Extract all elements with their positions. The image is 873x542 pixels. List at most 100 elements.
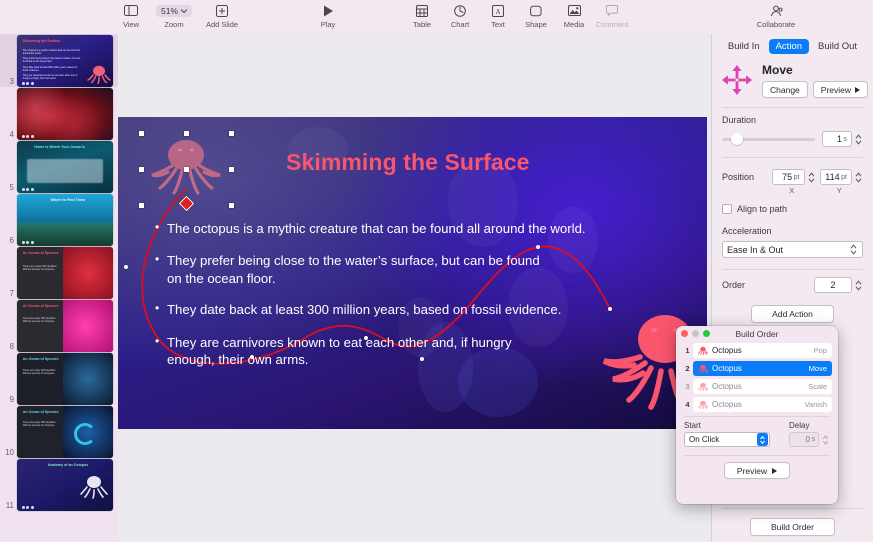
acceleration-select[interactable]: Ease In & Out — [722, 241, 863, 258]
collaborate-icon — [769, 3, 783, 18]
duration-slider-knob[interactable] — [731, 133, 743, 145]
motion-path-point[interactable] — [124, 265, 128, 269]
text-icon: A — [492, 3, 504, 18]
build-order-row[interactable]: 4 Octopus Vanish — [682, 397, 832, 412]
preview-animation-button[interactable]: Preview — [813, 81, 868, 98]
delay-label: Delay — [789, 421, 830, 430]
order-section: Order 2 — [712, 270, 873, 293]
slide-navigator[interactable]: 3 Skimming the Surface The octopus is a … — [0, 34, 118, 542]
divider — [684, 416, 830, 417]
thumb-build-dots — [22, 241, 34, 244]
dialog-titlebar[interactable]: Build Order — [676, 326, 838, 341]
slide-thumb-7[interactable]: 7 An Ocean of Species Theme are nearly 3… — [0, 246, 118, 299]
slide-thumb-3[interactable]: 3 Skimming the Surface The octopus is a … — [0, 34, 118, 87]
duration-field[interactable]: 1 s — [822, 131, 852, 147]
zoom-control[interactable]: 51% Zoom — [150, 0, 198, 29]
slide-thumb-4[interactable]: 4 — [0, 87, 118, 140]
current-slide[interactable]: Skimming the Surface — [118, 117, 707, 429]
chart-button[interactable]: Chart — [441, 0, 479, 29]
delay-field[interactable]: 0 s — [789, 432, 819, 447]
position-label: Position — [722, 172, 768, 182]
collaborate-button[interactable]: Collaborate — [745, 0, 807, 29]
change-animation-button[interactable]: Change — [762, 81, 808, 98]
build-order-card-selected[interactable]: Octopus Move — [693, 361, 832, 376]
start-select[interactable]: On Click — [684, 432, 770, 447]
minimize-icon[interactable] — [692, 330, 699, 337]
media-label: Media — [564, 20, 584, 29]
build-order-dialog[interactable]: Build Order 1 Octopus Pop 2 Octopus Move — [676, 326, 838, 504]
animate-tabs[interactable]: Build In Action Build Out — [712, 34, 873, 61]
table-button[interactable]: Table — [403, 0, 441, 29]
slide-thumbnail — [17, 88, 113, 140]
view-button[interactable]: View — [112, 0, 150, 29]
dialog-preview-button[interactable]: Preview — [724, 462, 790, 479]
position-x-stepper[interactable] — [807, 171, 816, 184]
selection-handle[interactable] — [229, 167, 234, 172]
bullet-item: • The octopus is a mythic creature that … — [155, 220, 675, 237]
slide-thumb-8[interactable]: 8 An Ocean of Species There are nearly 3… — [0, 299, 118, 352]
position-y-stepper[interactable] — [854, 171, 863, 184]
tab-action[interactable]: Action — [769, 39, 809, 54]
build-order-row[interactable]: 3 Octopus Scale — [682, 379, 832, 394]
order-field[interactable]: 2 — [814, 277, 852, 293]
slide-title[interactable]: Skimming the Surface — [286, 149, 530, 176]
selection-handle[interactable] — [184, 167, 189, 172]
window-controls[interactable] — [681, 330, 710, 337]
build-order-card[interactable]: Octopus Pop — [693, 343, 832, 358]
selection-handle[interactable] — [184, 131, 189, 136]
position-x-field[interactable]: 75 pt — [772, 169, 805, 185]
build-order-row[interactable]: 2 Octopus Move — [682, 361, 832, 376]
slide-number: 3 — [3, 77, 14, 87]
svg-text:A: A — [495, 7, 500, 15]
comment-button[interactable]: Comment — [593, 0, 631, 29]
align-to-path-row[interactable]: Align to path — [712, 195, 873, 214]
media-button[interactable]: Media — [555, 0, 593, 29]
slide-thumb-5[interactable]: 5 Home is Where Your Ocean Is — [0, 140, 118, 193]
tab-build-in[interactable]: Build In — [721, 39, 767, 54]
selection-handle[interactable] — [229, 131, 234, 136]
tab-build-out[interactable]: Build Out — [811, 39, 864, 54]
zoom-value: 51% — [161, 6, 178, 16]
thumb-build-dots — [22, 188, 34, 191]
delay-stepper[interactable] — [821, 434, 830, 446]
build-order-card[interactable]: Octopus Scale — [693, 379, 832, 394]
add-slide-button[interactable]: Add Slide — [198, 0, 246, 29]
build-order-row[interactable]: 1 Octopus Pop — [682, 343, 832, 358]
sidebar-icon — [124, 3, 138, 18]
selection-handle[interactable] — [139, 203, 144, 208]
align-to-path-checkbox[interactable] — [722, 204, 732, 214]
bullet-text: The octopus is a mythic creature that ca… — [167, 220, 586, 237]
build-order-list[interactable]: 1 Octopus Pop 2 Octopus Move 3 — [676, 341, 838, 412]
slide-thumbnail: An Ocean of Species There are nearly 300… — [17, 353, 113, 405]
comment-icon — [606, 3, 618, 18]
slide-thumb-10[interactable]: 10 An Ocean of Species There are nearly … — [0, 405, 118, 458]
zoom-chip-icon[interactable]: 51% — [156, 3, 192, 18]
shape-label: Shape — [525, 20, 547, 29]
selection-handle[interactable] — [139, 167, 144, 172]
play-button[interactable]: Play — [309, 0, 347, 29]
slide-thumb-6[interactable]: 6 Where to Find Them — [0, 193, 118, 246]
build-order-number: 2 — [682, 364, 693, 373]
build-order-number: 1 — [682, 346, 693, 355]
duration-slider[interactable] — [722, 138, 815, 141]
zoom-window-icon[interactable] — [703, 330, 710, 337]
chevron-updown-icon — [849, 243, 858, 256]
add-action-button[interactable]: Add Action — [751, 305, 834, 323]
slide-thumb-11[interactable]: 11 Anatomy of an Octopus — [0, 458, 118, 511]
close-icon[interactable] — [681, 330, 688, 337]
slide-thumb-9[interactable]: 9 An Ocean of Species There are nearly 3… — [0, 352, 118, 405]
duration-stepper[interactable] — [854, 133, 863, 146]
build-order-card[interactable]: Octopus Vanish — [693, 397, 832, 412]
shape-button[interactable]: Shape — [517, 0, 555, 29]
text-label: Text — [491, 20, 505, 29]
slide-thumbnail: Anatomy of an Octopus — [17, 459, 113, 511]
selection-handle[interactable] — [229, 203, 234, 208]
build-order-button[interactable]: Build Order — [750, 518, 835, 536]
position-y-field[interactable]: 114 pt — [820, 169, 853, 185]
text-button[interactable]: A Text — [479, 0, 517, 29]
slide-canvas-area[interactable]: Skimming the Surface — [118, 34, 711, 542]
divider — [684, 455, 830, 456]
collaborate-label: Collaborate — [757, 20, 795, 29]
order-stepper[interactable] — [854, 279, 863, 292]
selection-handle[interactable] — [139, 131, 144, 136]
